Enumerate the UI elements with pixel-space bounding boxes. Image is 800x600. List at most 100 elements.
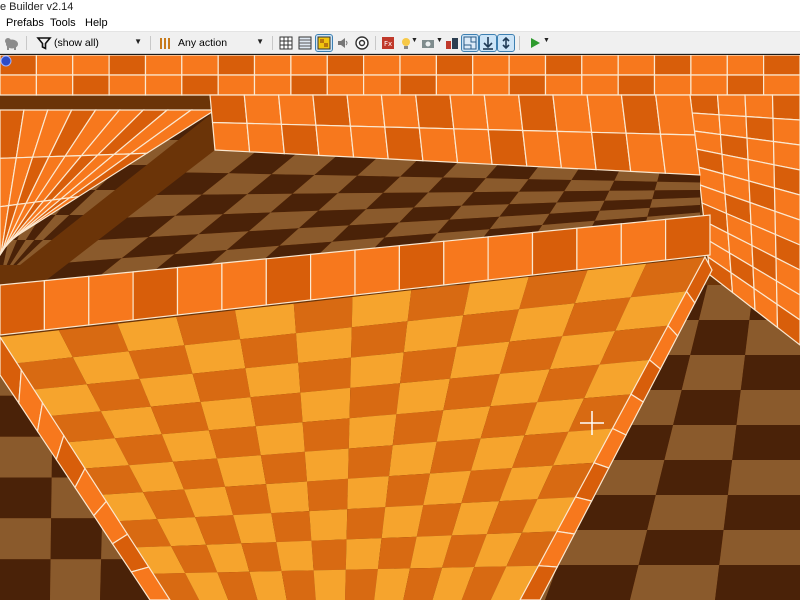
wall-block <box>625 132 667 174</box>
wall-block <box>772 117 800 146</box>
platform-tile <box>281 570 316 600</box>
wall-block <box>399 55 437 76</box>
chevron-down-icon[interactable]: ▼ <box>436 37 443 44</box>
lower-floor-tile <box>0 518 52 560</box>
toolbar: (show all) ▼ Any action ▼ Fx ▼ ▼ ▼ <box>0 32 800 54</box>
wall-block <box>265 253 312 306</box>
platform-tile <box>389 441 437 477</box>
wall-block <box>72 74 110 96</box>
building-icon[interactable] <box>444 35 460 51</box>
wall-grid-icon[interactable] <box>297 35 313 51</box>
elephant-icon[interactable] <box>4 35 20 51</box>
wall-block <box>556 130 597 171</box>
wall-block <box>277 94 317 126</box>
wall-block <box>581 55 619 76</box>
toolbar-separator <box>375 36 376 50</box>
upper-floor-tile <box>609 180 658 191</box>
lower-floor-tile <box>0 436 53 478</box>
wall-block <box>552 94 593 133</box>
texture-icon[interactable] <box>315 34 333 52</box>
play-icon[interactable] <box>527 35 543 51</box>
window-title: e Builder v2.14 <box>0 1 74 13</box>
lower-floor-tile <box>0 477 52 519</box>
wall-block <box>144 74 183 96</box>
lower-floor-tile <box>736 390 800 425</box>
wall-block <box>43 275 90 331</box>
wall-block <box>108 55 147 76</box>
wall-block <box>443 236 489 286</box>
action-dropdown[interactable]: Any action ▼ <box>158 35 264 51</box>
upper-floor-tile <box>556 190 610 203</box>
fx-icon[interactable]: Fx <box>380 35 396 51</box>
platform-tile <box>250 392 303 427</box>
chevron-down-icon[interactable]: ▼ <box>543 37 550 44</box>
wall-block <box>253 55 292 76</box>
speaker-icon[interactable] <box>335 35 351 51</box>
wall-block <box>243 94 283 125</box>
wall-block <box>590 131 632 173</box>
3d-viewport[interactable] <box>0 55 800 600</box>
platform-tile <box>381 505 424 539</box>
wall-block <box>744 94 774 119</box>
menu-help[interactable]: Help <box>85 17 108 29</box>
platform-tile <box>377 536 417 569</box>
anchor-down-icon[interactable] <box>479 34 497 52</box>
title-bar: e Builder v2.14 <box>0 0 800 16</box>
funnel-icon <box>36 37 52 50</box>
wall-block <box>209 94 248 125</box>
grid-icon[interactable] <box>278 35 294 51</box>
platform-tile <box>403 315 464 353</box>
platform-tile <box>309 509 348 541</box>
wall-block <box>88 271 134 326</box>
lower-floor-tile <box>647 495 728 530</box>
lower-floor-tile <box>638 530 724 565</box>
menu-tools[interactable]: Tools <box>50 17 76 29</box>
wall-block <box>522 129 563 169</box>
platform-tile <box>351 321 408 358</box>
platform-tile <box>400 346 457 384</box>
target-icon[interactable] <box>354 35 370 51</box>
platform-tile <box>200 397 256 431</box>
wall-block <box>349 125 389 160</box>
wall-block <box>653 74 692 96</box>
lower-floor-tile <box>655 460 733 495</box>
platform-tile <box>260 451 307 485</box>
wall-block <box>472 55 510 76</box>
vertical-resize-icon[interactable] <box>497 34 515 52</box>
floor-plan-icon[interactable] <box>461 34 479 52</box>
wall-block <box>363 55 401 76</box>
chevron-down-icon[interactable]: ▼ <box>411 37 418 44</box>
platform-tile <box>216 455 266 487</box>
wall-block <box>415 94 455 130</box>
crosshair-cursor <box>580 411 604 435</box>
filter-dropdown[interactable]: (show all) ▼ <box>36 35 142 51</box>
wall-block <box>176 262 223 316</box>
wall-block <box>399 74 437 96</box>
scene-render <box>0 55 800 600</box>
upper-floor-tile <box>654 181 700 191</box>
platform-tile <box>311 539 347 571</box>
wall-block <box>617 55 656 76</box>
wall-block <box>653 55 692 76</box>
wall-block <box>72 55 110 76</box>
lower-floor-tile <box>50 559 102 600</box>
wall-block <box>290 55 328 76</box>
wall-block <box>472 74 510 96</box>
platform-tile <box>128 345 193 379</box>
wall-block <box>108 74 147 96</box>
platform-tile <box>346 507 386 540</box>
camera-icon[interactable] <box>420 35 436 51</box>
wall-block <box>144 55 183 76</box>
toolbar-separator <box>150 36 151 50</box>
toolbar-separator <box>272 36 273 50</box>
platform-tile <box>296 327 352 363</box>
wall-block <box>35 74 74 96</box>
lower-floor-tile <box>715 565 800 600</box>
lower-floor-tile <box>50 518 103 560</box>
upper-floor-tile <box>564 180 615 192</box>
wall-block <box>35 55 74 76</box>
platform-tile <box>255 422 305 456</box>
lower-floor-tile <box>664 425 737 460</box>
lower-floor-tile <box>690 320 750 355</box>
menu-prefabs[interactable]: Prefabs <box>6 17 44 29</box>
